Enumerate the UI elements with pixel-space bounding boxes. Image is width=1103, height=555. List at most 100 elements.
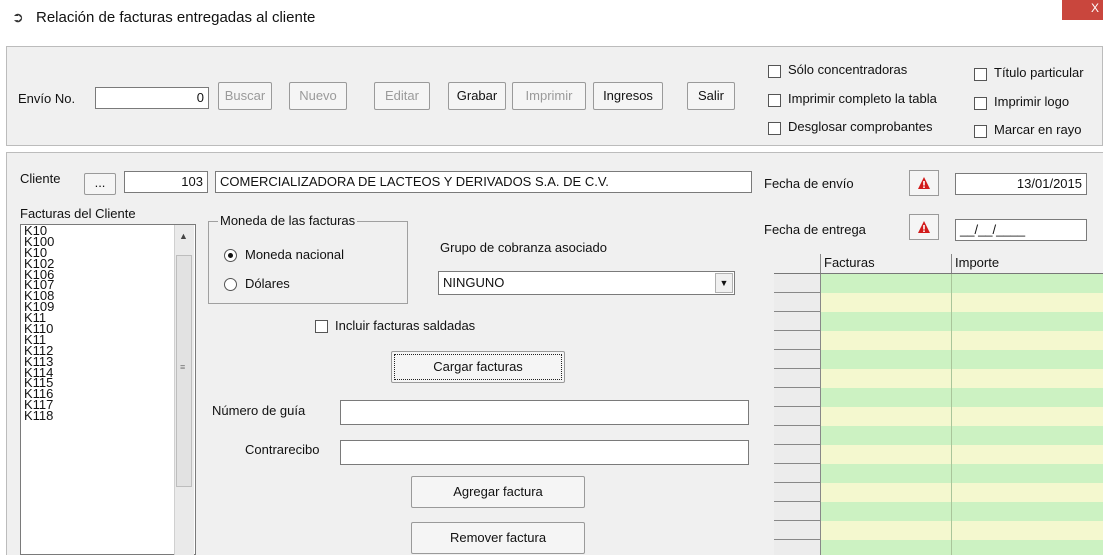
table-row[interactable]: [774, 331, 1103, 350]
incluir-saldadas-checkbox[interactable]: [315, 320, 328, 333]
close-button[interactable]: X: [1062, 0, 1103, 20]
importe-cell[interactable]: [952, 502, 1103, 521]
row-header[interactable]: [774, 426, 821, 445]
editar-button[interactable]: Editar: [374, 82, 430, 110]
row-header[interactable]: [774, 369, 821, 388]
contrarecibo-field[interactable]: [340, 440, 749, 465]
importe-cell[interactable]: [952, 350, 1103, 369]
factura-cell[interactable]: [821, 464, 952, 483]
importe-cell[interactable]: [952, 331, 1103, 350]
fecha-entrega-field[interactable]: __/__/____: [955, 219, 1087, 241]
row-header[interactable]: [774, 274, 821, 293]
scroll-up-icon[interactable]: ▲: [179, 231, 188, 241]
factura-cell[interactable]: [821, 502, 952, 521]
table-row[interactable]: [774, 426, 1103, 445]
table-row[interactable]: [774, 483, 1103, 502]
facturas-grid[interactable]: Facturas Importe: [774, 254, 1103, 555]
row-header[interactable]: [774, 464, 821, 483]
factura-cell[interactable]: [821, 521, 952, 540]
table-row[interactable]: [774, 540, 1103, 555]
row-header[interactable]: [774, 445, 821, 464]
fecha-envio-field[interactable]: 13/01/2015: [955, 173, 1087, 195]
table-row[interactable]: [774, 388, 1103, 407]
table-row[interactable]: [774, 350, 1103, 369]
fecha-envio-label: Fecha de envío: [764, 176, 854, 191]
table-row[interactable]: [774, 407, 1103, 426]
grid-header-row: Facturas Importe: [774, 254, 1103, 274]
desglosar-comprobantes-checkbox[interactable]: [768, 122, 781, 135]
factura-cell[interactable]: [821, 369, 952, 388]
row-header[interactable]: [774, 388, 821, 407]
dropdown-arrow-icon[interactable]: ▼: [715, 273, 733, 293]
importe-cell[interactable]: [952, 388, 1103, 407]
solo-concentradoras-checkbox[interactable]: [768, 65, 781, 78]
ingresos-button[interactable]: Ingresos: [593, 82, 663, 110]
grid-header-facturas[interactable]: Facturas: [821, 254, 952, 273]
grid-header-importe[interactable]: Importe: [952, 254, 1103, 273]
factura-cell[interactable]: [821, 407, 952, 426]
imprimir-logo-checkbox[interactable]: [974, 97, 987, 110]
importe-cell[interactable]: [952, 274, 1103, 293]
list-item[interactable]: K118: [24, 409, 54, 422]
factura-cell[interactable]: [821, 293, 952, 312]
row-header[interactable]: [774, 350, 821, 369]
agregar-factura-button[interactable]: Agregar factura: [411, 476, 585, 508]
remover-factura-button[interactable]: Remover factura: [411, 522, 585, 554]
importe-cell[interactable]: [952, 426, 1103, 445]
factura-cell[interactable]: [821, 483, 952, 502]
marcar-en-rayo-checkbox[interactable]: [974, 125, 987, 138]
cliente-id-field[interactable]: 103: [124, 171, 208, 193]
cliente-name-field[interactable]: COMERCIALIZADORA DE LACTEOS Y DERIVADOS …: [215, 171, 752, 193]
row-header[interactable]: [774, 483, 821, 502]
table-row[interactable]: [774, 369, 1103, 388]
fecha-envio-alert-button[interactable]: [909, 170, 939, 196]
importe-cell[interactable]: [952, 483, 1103, 502]
row-header[interactable]: [774, 521, 821, 540]
row-header[interactable]: [774, 293, 821, 312]
importe-cell[interactable]: [952, 445, 1103, 464]
table-row[interactable]: [774, 502, 1103, 521]
row-header[interactable]: [774, 540, 821, 555]
table-row[interactable]: [774, 521, 1103, 540]
cargar-facturas-button[interactable]: Cargar facturas: [391, 351, 565, 383]
importe-cell[interactable]: [952, 464, 1103, 483]
factura-cell[interactable]: [821, 445, 952, 464]
nuevo-button[interactable]: Nuevo: [289, 82, 347, 110]
dolares-radio[interactable]: [224, 278, 237, 291]
envio-number-field[interactable]: 0: [95, 87, 209, 109]
importe-cell[interactable]: [952, 312, 1103, 331]
row-header[interactable]: [774, 407, 821, 426]
table-row[interactable]: [774, 445, 1103, 464]
factura-cell[interactable]: [821, 331, 952, 350]
row-header[interactable]: [774, 331, 821, 350]
fecha-entrega-alert-button[interactable]: [909, 214, 939, 240]
titulo-particular-checkbox[interactable]: [974, 68, 987, 81]
grupo-cobranza-select[interactable]: NINGUNO ▼: [438, 271, 735, 295]
buscar-button[interactable]: Buscar: [218, 82, 272, 110]
factura-cell[interactable]: [821, 388, 952, 407]
salir-button[interactable]: Salir: [687, 82, 735, 110]
importe-cell[interactable]: [952, 407, 1103, 426]
facturas-cliente-list[interactable]: K10 K100 K10 K102 K106 K107 K108 K109 K11 K110 K11…: [20, 224, 196, 555]
factura-cell[interactable]: [821, 540, 952, 555]
factura-cell[interactable]: [821, 426, 952, 445]
numero-guia-field[interactable]: [340, 400, 749, 425]
importe-cell[interactable]: [952, 293, 1103, 312]
factura-cell[interactable]: [821, 312, 952, 331]
table-row[interactable]: [774, 464, 1103, 483]
factura-cell[interactable]: [821, 350, 952, 369]
cliente-browse-button[interactable]: ...: [84, 173, 116, 195]
moneda-nacional-radio[interactable]: [224, 249, 237, 262]
table-row[interactable]: [774, 312, 1103, 331]
grabar-button[interactable]: Grabar: [448, 82, 506, 110]
importe-cell[interactable]: [952, 540, 1103, 555]
table-row[interactable]: [774, 274, 1103, 293]
importe-cell[interactable]: [952, 369, 1103, 388]
row-header[interactable]: [774, 312, 821, 331]
table-row[interactable]: [774, 293, 1103, 312]
imprimir-button[interactable]: Imprimir: [512, 82, 586, 110]
factura-cell[interactable]: [821, 274, 952, 293]
row-header[interactable]: [774, 502, 821, 521]
importe-cell[interactable]: [952, 521, 1103, 540]
imprimir-completo-checkbox[interactable]: [768, 94, 781, 107]
